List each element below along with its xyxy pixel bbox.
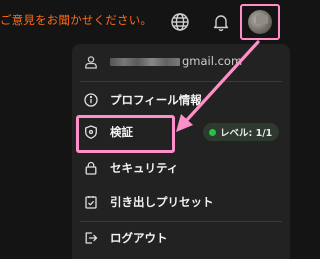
menu-item-security[interactable]: セキュリティ <box>72 154 290 182</box>
globe-icon[interactable] <box>170 12 190 32</box>
status-dot <box>209 128 216 136</box>
user-icon <box>84 55 98 69</box>
checklist-icon <box>84 195 98 209</box>
shield-icon <box>84 125 98 139</box>
screen: ご意見をお聞かせください。 gmail.com プロフィール情報 検証 セキュリ… <box>0 0 300 259</box>
email-suffix: gmail.com <box>182 54 243 68</box>
menu-item-label: セキュリティ <box>110 161 179 175</box>
menu-item-label: ログアウト <box>110 231 168 245</box>
avatar <box>248 10 272 34</box>
feedback-link[interactable]: ご意見をお聞かせください。 <box>0 12 152 28</box>
email-masked <box>110 57 180 66</box>
account-email: gmail.com <box>110 54 242 68</box>
menu-item-withdrawal-presets[interactable]: 引き出しプリセット <box>72 188 290 216</box>
menu-item-logout[interactable]: ログアウト <box>72 224 290 252</box>
verification-level-text: レベル: 1/1 <box>220 128 273 139</box>
menu-item-label: プロフィール情報 <box>110 93 202 107</box>
logout-icon <box>84 231 98 245</box>
menu-item-label: 検証 <box>110 125 133 139</box>
info-icon <box>84 93 98 107</box>
account-menu: gmail.com プロフィール情報 検証 セキュリティ 引き出しプリセット ロ… <box>72 44 290 259</box>
lock-icon <box>84 161 98 175</box>
menu-item-profile[interactable]: プロフィール情報 <box>72 86 290 114</box>
divider <box>80 81 282 82</box>
account-email-row: gmail.com <box>72 48 290 76</box>
verification-level-badge: レベル: 1/1 <box>203 123 280 141</box>
avatar-button[interactable] <box>240 4 280 40</box>
menu-item-label: 引き出しプリセット <box>110 195 214 209</box>
divider <box>80 221 282 222</box>
bell-icon[interactable] <box>211 12 231 32</box>
